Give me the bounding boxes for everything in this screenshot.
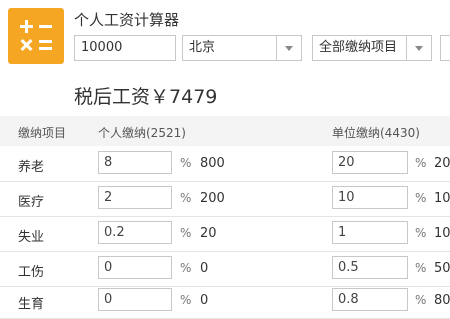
chevron-down-icon[interactable]: [415, 46, 423, 51]
items-select-value: 全部缴纳项目: [319, 40, 398, 55]
personal-rate-input[interactable]: 2: [98, 186, 172, 209]
row-label: 工伤: [18, 265, 45, 280]
employer-amount: 10: [434, 226, 450, 241]
table-row: 失业 0.2 % 20 1 % 10: [0, 216, 450, 252]
city-select[interactable]: 北京: [182, 35, 302, 61]
percent-sign: %: [180, 226, 192, 240]
percent-sign: %: [180, 156, 192, 170]
personal-rate-input[interactable]: 8: [98, 151, 172, 174]
city-select-value: 北京: [189, 40, 216, 55]
row-label: 养老: [18, 160, 45, 175]
currency-symbol: ￥: [150, 86, 170, 108]
percent-sign: %: [415, 191, 427, 205]
employer-rate-input[interactable]: 0.5: [332, 256, 408, 279]
column-header-item: 缴纳项目: [18, 126, 67, 140]
table-row: 养老 8 % 800 20 % 20: [0, 146, 450, 182]
percent-sign: %: [180, 293, 192, 307]
column-header-personal: 个人缴纳(2521): [98, 126, 186, 140]
employer-amount: 50: [434, 261, 450, 276]
extra-select[interactable]: [440, 35, 450, 61]
personal-rate-input[interactable]: 0.2: [98, 221, 172, 244]
chevron-down-icon[interactable]: [285, 46, 293, 51]
table-header: 缴纳项目 个人缴纳(2521) 单位缴纳(4430): [0, 116, 450, 146]
personal-amount: 20: [200, 226, 217, 241]
divider: [406, 36, 407, 60]
personal-amount: 0: [200, 293, 209, 308]
employer-amount: 80: [434, 293, 450, 308]
percent-sign: %: [180, 261, 192, 275]
app-title: 个人工资计算器: [74, 11, 180, 29]
personal-amount: 0: [200, 261, 209, 276]
percent-sign: %: [180, 191, 192, 205]
net-salary-value: 7479: [169, 86, 218, 108]
row-label: 生育: [18, 297, 45, 312]
percent-sign: %: [415, 293, 427, 307]
salary-input[interactable]: 10000: [74, 35, 176, 61]
column-header-employer: 单位缴纳(4430): [332, 126, 420, 140]
percent-sign: %: [415, 261, 427, 275]
net-salary: 税后工资￥7479: [74, 82, 217, 109]
net-salary-label: 税后工资: [74, 86, 151, 108]
table-row: 生育 0 % 0 0.8 % 80: [0, 283, 450, 319]
table-row: 医疗 2 % 200 10 % 10: [0, 181, 450, 217]
row-label: 失业: [18, 230, 45, 245]
employer-rate-input[interactable]: 20: [332, 151, 408, 174]
items-select[interactable]: 全部缴纳项目: [312, 35, 432, 61]
employer-rate-input[interactable]: 10: [332, 186, 408, 209]
percent-sign: %: [415, 156, 427, 170]
personal-amount: 800: [200, 156, 225, 171]
calculator-icon: [8, 8, 64, 64]
personal-amount: 200: [200, 191, 225, 206]
employer-rate-input[interactable]: 1: [332, 221, 408, 244]
divider: [276, 36, 277, 60]
table-row: 工伤 0 % 0 0.5 % 50: [0, 251, 450, 287]
percent-sign: %: [415, 226, 427, 240]
personal-rate-input[interactable]: 0: [98, 256, 172, 279]
employer-amount: 10: [434, 191, 450, 206]
row-label: 医疗: [18, 195, 45, 210]
employer-amount: 20: [434, 156, 450, 171]
